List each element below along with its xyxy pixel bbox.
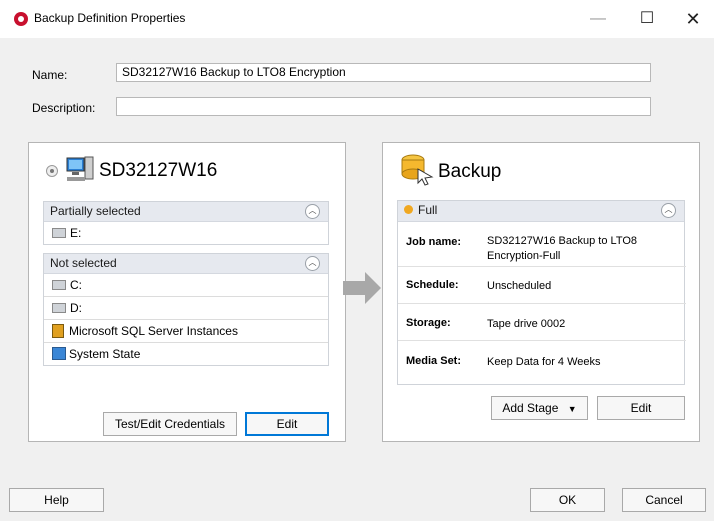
schedule-label: Schedule: [406,279,459,291]
partial-header[interactable]: Partially selected ︿ [44,202,328,222]
schedule-row: Schedule: Unscheduled [398,268,686,304]
full-stage-icon [404,205,413,215]
list-item[interactable]: System State [44,343,328,365]
list-item[interactable]: Microsoft SQL Server Instances [44,320,328,343]
media-set-row: Media Set: Keep Data for 4 Weeks [398,342,686,380]
ok-button[interactable]: OK [530,488,605,512]
cancel-button[interactable]: Cancel [622,488,706,512]
media-set-label: Media Set: [406,355,462,367]
media-set-value: Keep Data for 4 Weeks [487,356,601,368]
list-item[interactable]: C: [44,274,328,297]
job-name-value-line1: SD32127W16 Backup to LTO8 [487,235,638,247]
flow-arrow-icon [343,272,381,304]
source-panel: SD32127W16 Partially selected ︿ E: Not s… [28,142,346,442]
schedule-value: Unscheduled [487,280,552,292]
job-name-label: Job name: [406,236,462,248]
not-selected-header-label: Not selected [50,256,117,270]
source-edit-button[interactable]: Edit [245,412,329,436]
name-label: Name: [32,68,68,82]
stage-label: Full [418,203,438,217]
list-item[interactable]: D: [44,297,328,320]
computer-icon [66,156,94,181]
server-name: SD32127W16 [99,160,218,181]
stage-edit-button[interactable]: Edit [597,396,685,420]
collapse-icon[interactable]: ︿ [661,203,676,218]
storage-label: Storage: [406,317,451,329]
stage-section: Full ︿ Job name: SD32127W16 Backup to LT… [397,200,686,385]
stage-title: Backup [438,161,502,182]
app-logo-icon [14,12,28,26]
collapse-icon[interactable]: ︿ [305,256,320,271]
test-edit-credentials-button[interactable]: Test/Edit Credentials [103,412,237,436]
system-state-icon [52,347,66,361]
sql-server-icon [52,323,64,338]
drive-icon [52,302,66,313]
description-label: Description: [32,101,96,115]
stage-header[interactable]: Full ︿ [398,201,684,222]
server-radio-icon[interactable] [46,165,58,177]
close-icon[interactable]: ✕ [678,8,708,30]
partial-header-label: Partially selected [50,204,141,218]
minimize-icon[interactable]: — [583,8,613,30]
partial-section: Partially selected ︿ E: [43,201,329,245]
drive-icon [52,279,66,290]
list-item[interactable]: E: [44,222,328,244]
add-stage-button[interactable]: Add Stage ▼ [491,396,588,420]
window-title: Backup Definition Properties [34,11,186,25]
job-name-row: Job name: SD32127W16 Backup to LTO8 Encr… [398,222,686,267]
storage-row: Storage: Tape drive 0002 [398,305,686,341]
job-name-value-line2: Encryption-Full [487,250,561,262]
chevron-down-icon: ▼ [567,404,577,414]
backup-icon [401,154,434,186]
title-bar: Backup Definition Properties — ☐ ✕ [0,0,714,38]
storage-value: Tape drive 0002 [487,318,566,330]
not-selected-header[interactable]: Not selected ︿ [44,254,328,274]
maximize-icon[interactable]: ☐ [632,8,662,30]
stage-panel: Backup Full ︿ Job name: SD32127W16 Backu… [382,142,700,442]
drive-icon [52,227,66,238]
name-input[interactable]: SD32127W16 Backup to LTO8 Encryption [116,63,651,82]
help-button[interactable]: Help [9,488,104,512]
not-selected-section: Not selected ︿ C: D: Microsoft SQL Serve… [43,253,329,366]
collapse-icon[interactable]: ︿ [305,204,320,219]
description-input[interactable] [116,97,651,116]
